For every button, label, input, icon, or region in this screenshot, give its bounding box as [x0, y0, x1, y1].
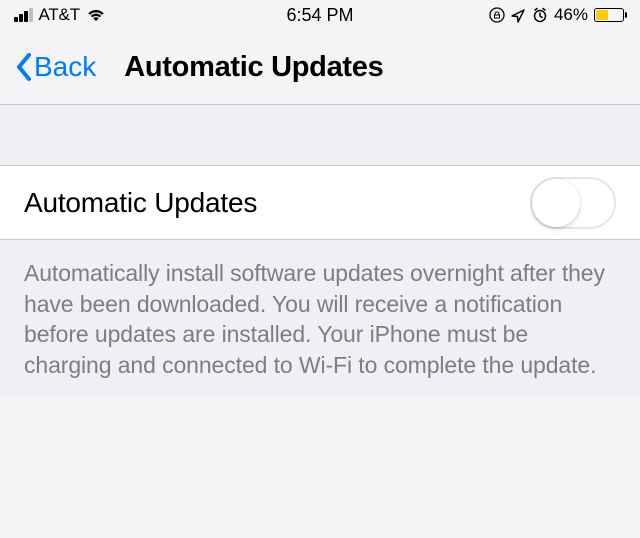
setting-label: Automatic Updates — [24, 187, 257, 219]
spacer — [0, 105, 640, 165]
setting-description: Automatically install software updates o… — [0, 240, 640, 398]
orientation-lock-icon — [489, 7, 505, 23]
status-left: AT&T — [14, 5, 106, 25]
wifi-icon — [86, 8, 106, 22]
status-right: 46% — [489, 5, 624, 25]
battery-fill — [596, 10, 608, 20]
setting-row-automatic-updates: Automatic Updates — [0, 165, 640, 240]
carrier-label: AT&T — [39, 5, 80, 25]
battery-percent-label: 46% — [554, 5, 588, 25]
page-title: Automatic Updates — [124, 51, 383, 84]
status-bar: AT&T 6:54 PM — [0, 0, 640, 30]
signal-icon — [14, 8, 33, 22]
location-icon — [511, 8, 526, 23]
back-label: Back — [34, 51, 96, 83]
back-button[interactable]: Back — [14, 51, 96, 83]
nav-bar: Back Automatic Updates — [0, 30, 640, 105]
alarm-icon — [532, 7, 548, 23]
automatic-updates-toggle[interactable] — [530, 177, 616, 229]
chevron-left-icon — [14, 51, 34, 83]
battery-icon — [594, 8, 624, 22]
status-time: 6:54 PM — [286, 5, 353, 26]
toggle-knob — [532, 179, 580, 227]
